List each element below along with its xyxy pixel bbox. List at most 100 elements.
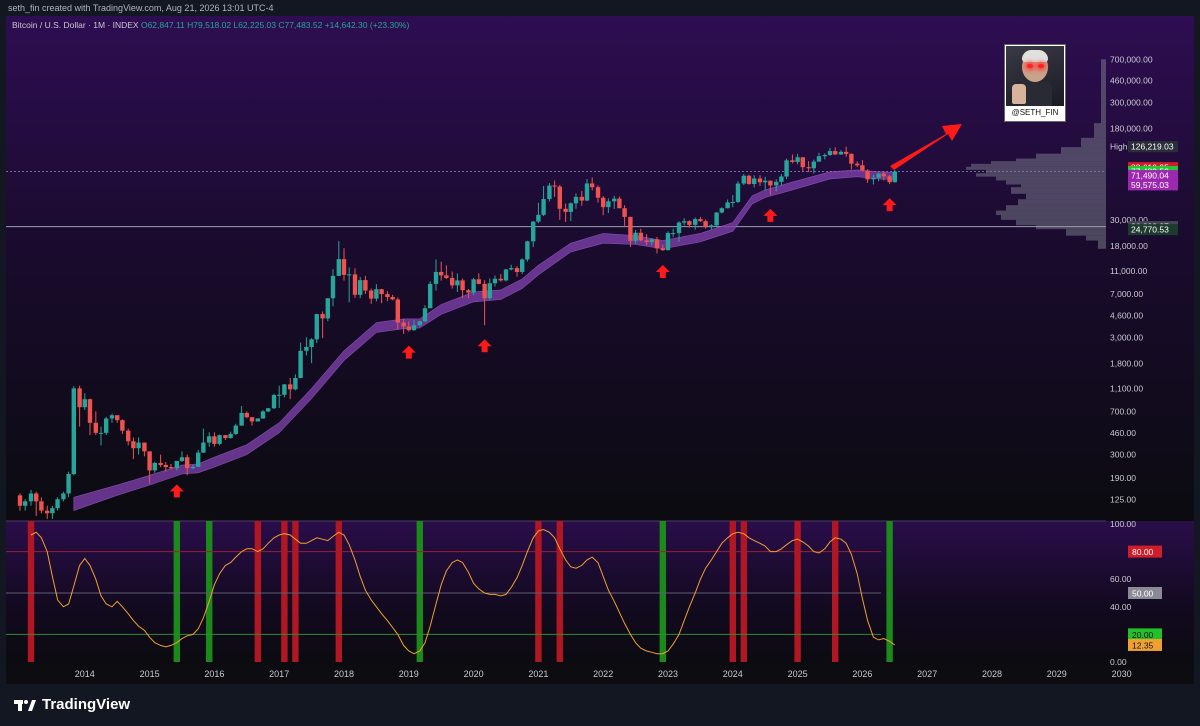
candle-body [628, 216, 633, 241]
candle-body [147, 451, 152, 471]
candle-body [790, 160, 795, 162]
oscillator-value-text: 20.00 [1132, 630, 1154, 640]
signal-bar [254, 521, 262, 662]
oscillator-tick-label: 40.00 [1110, 602, 1132, 612]
x-tick-label: 2023 [658, 669, 678, 679]
candle-body [725, 202, 730, 209]
candle-body [768, 180, 773, 186]
candle-body [61, 493, 66, 500]
x-tick-label: 2028 [982, 669, 1002, 679]
candle-body [460, 280, 465, 291]
candle-body [196, 452, 201, 467]
volume-profile-bar [976, 173, 1106, 177]
candle [103, 416, 109, 436]
chart-credit: seth_fin created with TradingView.com, A… [0, 0, 1200, 16]
candle [271, 393, 277, 409]
oscillator-value-label: 50.00 [1128, 587, 1162, 599]
candle-body [471, 279, 476, 293]
y-tick-label: 300,000.00 [1110, 97, 1153, 107]
legend-open: O62,847.11 [140, 20, 185, 30]
candle-body [601, 197, 606, 208]
x-tick-label: 2029 [1047, 669, 1067, 679]
x-tick-label: 2021 [528, 669, 548, 679]
candle-body [589, 183, 595, 188]
candle-body [552, 185, 557, 187]
candle [665, 231, 671, 251]
candle [471, 277, 476, 296]
candle-body [487, 283, 492, 299]
signal-bar [556, 521, 563, 662]
x-tick-label: 2025 [788, 669, 808, 679]
candle-body [265, 408, 271, 412]
volume-profile-bar [1021, 184, 1106, 188]
candle-body [476, 279, 481, 284]
candle-body [298, 350, 303, 378]
y-tick-label: 4,600.00 [1110, 310, 1143, 320]
volume-profile-bar [1081, 137, 1106, 148]
candle-body [531, 221, 536, 242]
candle [427, 281, 433, 309]
candle-body [709, 225, 714, 228]
y-tick-label: 3,000.00 [1110, 332, 1143, 342]
candle-body [314, 314, 319, 340]
symbol-legend[interactable]: Bitcoin / U.S. Dollar · 1M · INDEX O62,8… [12, 20, 409, 30]
x-tick-label: 2017 [269, 669, 289, 679]
candle-body [255, 418, 261, 422]
x-tick-label: 2020 [464, 669, 484, 679]
candle-body [719, 208, 724, 213]
tradingview-logo[interactable]: TradingView [14, 696, 130, 713]
candle-body [844, 151, 849, 154]
volume-profile-bar [971, 163, 1106, 167]
candle-body [682, 221, 687, 223]
candle-body [466, 290, 471, 293]
candle-body [654, 239, 660, 249]
volume-profile-bar [1001, 215, 1106, 220]
candle-body [45, 510, 50, 514]
candle-body [109, 415, 115, 419]
candle-body [93, 422, 99, 433]
candle-body [417, 321, 423, 326]
price-label-value: 59,575.03 [1131, 180, 1169, 190]
candle-body [374, 289, 379, 299]
candle-body [28, 493, 34, 502]
candle-body [612, 198, 617, 202]
legend-low: L62,225.03 [233, 20, 277, 30]
candle-body [892, 171, 897, 183]
signal-bar [794, 521, 801, 662]
candle-body [190, 466, 196, 469]
candle-body [158, 462, 163, 465]
y-tick-label: 1,800.00 [1110, 358, 1143, 368]
volume-profile-bar [1016, 158, 1106, 162]
oscillator-value-text: 50.00 [1132, 589, 1154, 599]
candle [217, 434, 222, 446]
candle-body [395, 299, 400, 323]
signal-bar [729, 521, 736, 662]
candle-body [212, 436, 217, 444]
candle-body [638, 232, 643, 241]
candle-body [352, 274, 358, 295]
candle-body [482, 283, 487, 299]
candle-body [336, 259, 342, 276]
candle-body [379, 289, 384, 295]
volume-profile-bar [1006, 205, 1106, 211]
candle-body [320, 314, 325, 319]
signal-bar [659, 521, 667, 662]
candle-body [849, 153, 854, 164]
candle-body [217, 435, 222, 444]
chart-frame: 125.00 190.00 300.00 460.00 700.00 1,100.00 1,… [6, 16, 1194, 684]
candle-body [136, 442, 141, 449]
volume-profile-bar [1101, 59, 1106, 124]
candle-body [22, 501, 28, 506]
candle-body [698, 219, 703, 222]
candle-body [865, 170, 870, 180]
candle-body [514, 268, 520, 272]
candle-body [439, 271, 444, 276]
candle-body [579, 196, 585, 201]
candle-body [714, 212, 719, 226]
candle-body [406, 326, 411, 331]
candle [784, 158, 789, 180]
candle-body [536, 214, 541, 222]
y-tick-label: 700,000.00 [1110, 54, 1153, 64]
candle-body [547, 185, 552, 200]
candle-body [411, 325, 417, 331]
